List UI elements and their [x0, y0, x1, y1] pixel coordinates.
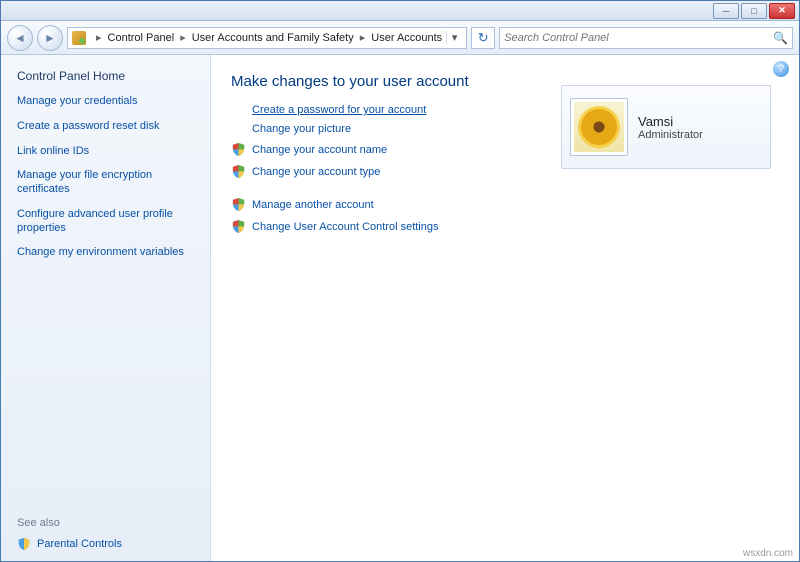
sidebar-task[interactable]: Manage your file encryption certificates	[17, 169, 194, 197]
navigation-bar: ◄ ► ▸ Control Panel ▸ User Accounts and …	[1, 21, 799, 55]
change-uac-settings-link[interactable]: Change User Account Control settings	[252, 221, 439, 233]
control-panel-window: ─ □ ✕ ◄ ► ▸ Control Panel ▸ User Account…	[0, 0, 800, 562]
close-button[interactable]: ✕	[769, 3, 795, 19]
forward-button[interactable]: ►	[37, 25, 63, 51]
chevron-right-icon: ▸	[174, 31, 192, 44]
breadcrumb-item[interactable]: User Accounts	[371, 32, 442, 44]
back-button[interactable]: ◄	[7, 25, 33, 51]
change-account-name-link[interactable]: Change your account name	[252, 144, 387, 156]
shield-icon	[17, 537, 31, 551]
shield-icon	[231, 142, 246, 157]
parental-controls-label: Parental Controls	[37, 538, 122, 550]
search-input[interactable]	[504, 32, 773, 44]
window-body: Control Panel Home Manage your credentia…	[1, 55, 799, 561]
sidebar-task[interactable]: Manage your credentials	[17, 95, 194, 109]
search-box[interactable]: 🔍	[499, 27, 793, 49]
user-accounts-icon	[72, 31, 86, 45]
sidebar-task[interactable]: Change my environment variables	[17, 246, 194, 260]
chevron-right-icon: ▸	[354, 31, 372, 44]
search-icon: 🔍	[773, 31, 788, 45]
control-panel-home-link[interactable]: Control Panel Home	[17, 69, 194, 83]
shield-icon	[231, 197, 246, 212]
breadcrumb-item[interactable]: User Accounts and Family Safety	[192, 32, 354, 44]
shield-icon	[231, 219, 246, 234]
change-account-type-link[interactable]: Change your account type	[252, 166, 380, 178]
watermark: wsxdn.com	[743, 548, 793, 559]
chevron-right-icon: ▸	[90, 31, 108, 44]
breadcrumb-dropdown[interactable]: ▾	[446, 31, 462, 44]
user-avatar-icon	[574, 102, 624, 152]
refresh-button[interactable]: ↻	[471, 27, 495, 49]
sidebar-task[interactable]: Create a password reset disk	[17, 120, 194, 134]
breadcrumb[interactable]: ▸ Control Panel ▸ User Accounts and Fami…	[67, 27, 467, 49]
sidebar-task[interactable]: Configure advanced user profile properti…	[17, 208, 194, 236]
manage-another-account-link[interactable]: Manage another account	[252, 199, 374, 211]
minimize-button[interactable]: ─	[713, 3, 739, 19]
see-also-label: See also	[17, 517, 194, 529]
titlebar: ─ □ ✕	[1, 1, 799, 21]
account-actions-group-2: Manage another account Change User Accou…	[231, 197, 779, 234]
content-area: ? Make changes to your user account Crea…	[211, 55, 799, 561]
maximize-button[interactable]: □	[741, 3, 767, 19]
change-picture-link[interactable]: Change your picture	[252, 123, 351, 135]
breadcrumb-item[interactable]: Control Panel	[108, 32, 175, 44]
user-role: Administrator	[638, 129, 703, 141]
avatar-frame	[570, 98, 628, 156]
user-tile: Vamsi Administrator	[561, 85, 771, 169]
parental-controls-link[interactable]: Parental Controls	[17, 537, 194, 551]
create-password-link[interactable]: Create a password for your account	[252, 104, 426, 116]
sidebar: Control Panel Home Manage your credentia…	[1, 55, 211, 561]
help-icon[interactable]: ?	[773, 61, 789, 77]
user-info: Vamsi Administrator	[638, 114, 703, 141]
sidebar-task[interactable]: Link online IDs	[17, 145, 194, 159]
user-name: Vamsi	[638, 114, 703, 129]
shield-icon	[231, 164, 246, 179]
